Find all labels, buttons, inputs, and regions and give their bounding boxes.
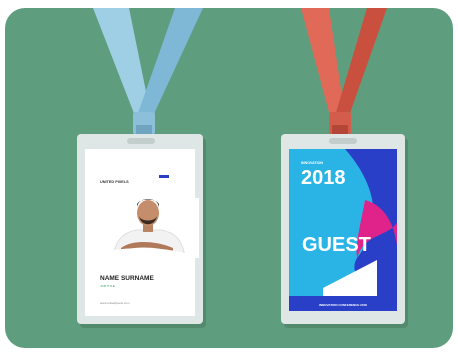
- badge-website: www.unitedpixels.com: [100, 301, 130, 305]
- left-badge: UNITED PIXELS NAME SURNAME JOB TITLE www…: [77, 134, 206, 328]
- company-name: UNITED PIXELS: [100, 180, 129, 184]
- badges-illustration: UNITED PIXELS NAME SURNAME JOB TITLE www…: [5, 8, 453, 348]
- mockup-card: UNITED PIXELS NAME SURNAME JOB TITLE www…: [5, 8, 453, 348]
- event-year: 2018: [301, 167, 346, 189]
- holder-slot: [329, 138, 357, 144]
- right-badge: INNOVATION 2018 GUEST INNOVATION CONFERE…: [281, 134, 408, 328]
- event-footer: INNOVATION CONFERENCE 2018: [319, 303, 367, 307]
- holder-slot: [127, 138, 155, 144]
- badge-name: NAME SURNAME: [100, 275, 154, 282]
- event-label: INNOVATION: [301, 161, 323, 165]
- badge-role: JOB TITLE: [100, 284, 115, 288]
- guest-label: GUEST: [302, 234, 371, 256]
